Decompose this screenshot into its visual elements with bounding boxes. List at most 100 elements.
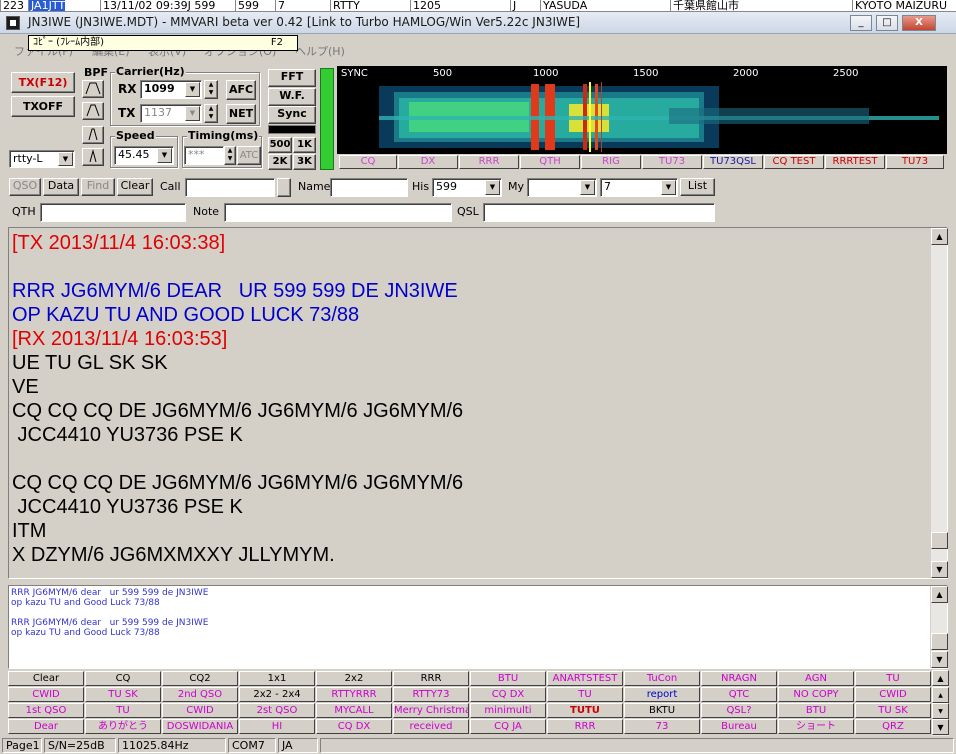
macro-button[interactable]: BTU [778, 703, 854, 718]
wf-macro-button[interactable]: TU73QSL [703, 155, 763, 169]
macro-button[interactable]: RRR [393, 671, 469, 686]
wf-macro-button[interactable]: TU73 [886, 155, 944, 169]
macro-button[interactable]: Clear [8, 671, 84, 686]
his-rst-select[interactable]: 599 ▼ [432, 178, 502, 197]
bpf-wide-button[interactable] [82, 80, 104, 98]
note-field[interactable] [224, 203, 452, 222]
macro-button[interactable]: RTTYRRR [316, 687, 392, 702]
rx-text-window[interactable]: [TX 2013/11/4 16:03:38] RRR JG6MYM/6 DEAR… [8, 227, 948, 579]
macro-button[interactable]: CQ2 [162, 671, 238, 686]
qth-field[interactable] [40, 203, 186, 222]
rx-scrollbar[interactable]: ▲ ▼ [930, 228, 948, 578]
macro-button[interactable]: DOSWIDANIA [162, 719, 238, 734]
wf-macro-button[interactable]: CQ TEST [764, 155, 824, 169]
macro-button[interactable]: CWID [855, 687, 931, 702]
bpf-narrow-button[interactable] [82, 126, 104, 144]
wf-macro-button[interactable]: CQ [339, 155, 397, 169]
atc-button[interactable]: ATC [237, 146, 261, 165]
macro-button[interactable]: report [624, 687, 700, 702]
scroll-up-icon[interactable]: ▲ [932, 670, 949, 686]
menu-help[interactable]: ヘルプ(H) [295, 43, 345, 59]
macro-button[interactable]: 2x2 - 2x4 [239, 687, 315, 702]
macro-button[interactable]: NRAGN [701, 671, 777, 686]
wf-macro-button[interactable]: RRRTEST [825, 155, 885, 169]
my-rst-select[interactable]: ▼ [527, 178, 597, 197]
macro-button[interactable]: TU [547, 687, 623, 702]
scroll-down-icon[interactable]: ▼ [931, 561, 948, 578]
scroll-up-small-icon[interactable]: ▲ [932, 687, 949, 703]
waterfall-display[interactable]: SYNC 500 1000 1500 2000 2500 CQ DX RRR Q… [337, 66, 947, 170]
bw-3k-button[interactable]: 3K [293, 154, 316, 170]
speed-select[interactable]: 45.45 ▼ [114, 146, 174, 165]
scroll-thumb[interactable] [931, 532, 948, 549]
macro-button[interactable]: Dear [8, 719, 84, 734]
bpf-medium-button[interactable] [82, 102, 104, 120]
macro-button[interactable]: CQ DX [470, 687, 546, 702]
chevron-down-icon[interactable]: ▼ [58, 152, 73, 166]
scroll-down-icon[interactable]: ▼ [931, 651, 948, 668]
rx-frequency-field[interactable]: 1099 ▼ [140, 80, 202, 99]
tx-button[interactable]: TX(F12) [11, 72, 75, 93]
qsl-field[interactable] [483, 203, 715, 222]
macro-button[interactable]: BTU [470, 671, 546, 686]
tx-text-window[interactable]: RRR JG6MYM/6 dear ur 599 599 de JN3IWE op… [8, 585, 948, 669]
wf-macro-button[interactable]: TU73 [642, 155, 702, 169]
chevron-down-icon[interactable]: ▼ [580, 180, 595, 195]
find-button[interactable]: Find [81, 178, 115, 196]
chevron-down-icon[interactable]: ▼ [185, 82, 200, 97]
call-extra-button[interactable] [277, 178, 291, 197]
macro-button[interactable]: CQ [85, 671, 161, 686]
macro-button[interactable]: 1x1 [239, 671, 315, 686]
macro-button[interactable]: 2nd QSO [162, 687, 238, 702]
scroll-up-icon[interactable]: ▲ [931, 586, 948, 603]
bw-500-button[interactable]: 500 [268, 137, 292, 153]
macro-button[interactable]: MYCALL [316, 703, 392, 718]
macro-button[interactable]: 1st QSO [8, 703, 84, 718]
bw-1k-button[interactable]: 1K [293, 137, 316, 153]
chevron-down-icon[interactable]: ▼ [157, 148, 172, 163]
bw-2k-button[interactable]: 2K [268, 154, 292, 170]
macro-button[interactable]: AGN [778, 671, 854, 686]
sync-button[interactable]: Sync [268, 106, 316, 124]
wf-macro-button[interactable]: QTH [520, 155, 580, 169]
macro-button[interactable]: QTC [701, 687, 777, 702]
wf-macro-button[interactable]: RIG [581, 155, 641, 169]
macro-button[interactable]: 2x2 [316, 671, 392, 686]
scroll-down-small-icon[interactable]: ▼ [932, 703, 949, 719]
tx-scrollbar[interactable]: ▲ ▼ [930, 586, 948, 668]
macro-button[interactable]: 2st QSO [239, 703, 315, 718]
macro-button[interactable]: Bureau [701, 719, 777, 734]
afc-button[interactable]: AFC [226, 80, 256, 100]
macro-button[interactable]: ありがとう [85, 719, 161, 734]
macro-button[interactable]: minimulti [470, 703, 546, 718]
macro-button[interactable]: 73 [624, 719, 700, 734]
wf-macro-button[interactable]: DX [398, 155, 458, 169]
macro-button[interactable]: BKTU [624, 703, 700, 718]
macro-scrollbar[interactable]: ▲ ▲ ▼ ▼ [932, 670, 949, 736]
waterfall-button[interactable]: W.F. [268, 88, 316, 106]
macro-button[interactable]: Merry Christma [393, 703, 469, 718]
macro-button[interactable]: CQ DX [316, 719, 392, 734]
macro-button[interactable]: CQ JA [470, 719, 546, 734]
tx-frequency-field[interactable]: 1137 ▼ [140, 104, 202, 123]
mode-select[interactable]: rtty-L ▼ [9, 150, 75, 168]
chevron-down-icon[interactable]: ▼ [661, 180, 676, 195]
macro-button[interactable]: TU SK [855, 703, 931, 718]
clear-button[interactable]: Clear [117, 178, 153, 196]
macro-button[interactable]: CWID [162, 703, 238, 718]
macro-button[interactable]: HI [239, 719, 315, 734]
app-icon[interactable] [6, 16, 20, 30]
data-button[interactable]: Data [43, 178, 79, 196]
minimize-button[interactable]: _ [850, 15, 872, 31]
rx-spin-button[interactable]: ▲ ▼ [204, 80, 218, 99]
wf-macro-button[interactable]: RRR [459, 155, 519, 169]
list-button[interactable]: List [680, 178, 715, 196]
macro-button[interactable]: TU [85, 703, 161, 718]
qso-button[interactable]: QSO [9, 178, 41, 196]
macro-button[interactable]: RTTY73 [393, 687, 469, 702]
macro-button[interactable]: ANARTSTEST [547, 671, 623, 686]
call-field[interactable] [185, 178, 275, 197]
title-bar[interactable]: JN3IWE (JN3IWE.MDT) - MMVARI beta ver 0.… [0, 12, 956, 34]
close-button[interactable]: X [902, 15, 936, 31]
scroll-thumb[interactable] [931, 633, 948, 650]
